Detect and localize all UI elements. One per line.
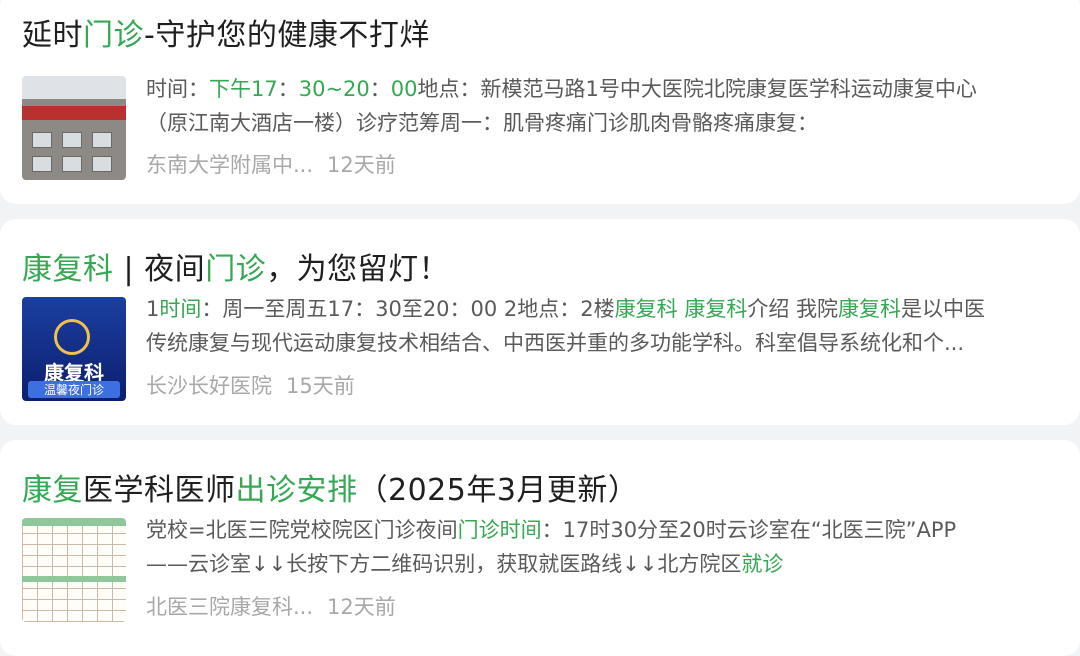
- text-segment: 介绍 我院: [747, 297, 839, 321]
- text-segment: ：周一至周五17：30至20：00 2地点：2楼: [201, 297, 615, 321]
- highlight-text: 时间: [159, 297, 202, 321]
- text-segment: 延时: [22, 18, 83, 53]
- result-snippet: 党校=北医三院党校院区门诊夜间门诊时间：17时30分至20时云诊室在“北医三院”…: [146, 513, 1051, 581]
- text-segment: | 夜间: [113, 252, 206, 287]
- window: [92, 156, 112, 172]
- highlight-text: 00: [390, 77, 418, 101]
- result-meta: 东南大学附属中... 12天前: [146, 149, 396, 179]
- highlight-text: 出诊安排: [235, 473, 358, 508]
- text-segment: 党校=北医三院党校院区门诊夜间: [146, 518, 458, 542]
- result-title[interactable]: 延时门诊-守护您的健康不打烊: [22, 10, 430, 54]
- text-segment: 1: [146, 297, 160, 321]
- text-segment: （2025年3月更新）: [357, 473, 639, 508]
- time-label: 12天前: [327, 153, 396, 177]
- source-label[interactable]: 北医三院康复科...: [146, 595, 313, 619]
- text-segment: 是以中医: [901, 297, 986, 321]
- result-snippet: 1时间：周一至周五17：30至20：00 2地点：2楼康复科 康复科介绍 我院康…: [146, 292, 1051, 360]
- text-segment: 地点：新模范马路1号中大医院北院康复医学科运动康复中心: [417, 77, 977, 101]
- highlight-text: 康复科: [838, 297, 902, 321]
- night-clinic-poster-image[interactable]: 康复科 温馨夜门诊: [22, 297, 126, 401]
- highlight-text: 康复: [22, 473, 83, 508]
- table-row-band: [22, 576, 126, 582]
- result-meta: 北医三院康复科... 12天前: [146, 591, 396, 621]
- highlight-text: 康复科: [684, 297, 748, 321]
- building-sign: [22, 106, 126, 120]
- poster-subtitle: 温馨夜门诊: [28, 381, 120, 398]
- snippet-line: 党校=北医三院党校院区门诊夜间门诊时间：17时30分至20时云诊室在“北医三院”…: [146, 513, 1051, 547]
- snippet-line: （原江南大酒店一楼）诊疗范筹周一：肌骨疼痛门诊肌肉骨骼疼痛康复：: [146, 106, 1051, 140]
- window: [62, 156, 82, 172]
- result-title[interactable]: 康复医学科医师出诊安排（2025年3月更新）: [22, 465, 638, 509]
- source-label[interactable]: 东南大学附属中...: [146, 153, 313, 177]
- highlight-text: 门诊: [83, 18, 144, 53]
- search-result-card[interactable]: 康复医学科医师出诊安排（2025年3月更新） 党校=北医三院党校院区门诊夜间门诊…: [0, 440, 1080, 656]
- window: [92, 132, 112, 148]
- snippet-line: 时间：下午17：30~20：00地点：新模范马路1号中大医院北院康复医学科运动康…: [146, 72, 1051, 106]
- hospital-building-image[interactable]: [22, 76, 126, 180]
- highlight-text: 门诊: [205, 252, 267, 287]
- highlight-text: 下午17: [209, 77, 278, 101]
- text-segment: ：17时30分至20时云诊室在“北医三院”APP: [541, 518, 957, 542]
- source-label[interactable]: 长沙长好医院: [146, 374, 272, 398]
- text-segment: ：: [369, 77, 391, 101]
- window: [62, 132, 82, 148]
- text-segment: 时间：: [146, 77, 209, 101]
- text-segment: ：: [277, 77, 299, 101]
- result-snippet: 时间：下午17：30~20：00地点：新模范马路1号中大医院北院康复医学科运动康…: [146, 72, 1051, 140]
- highlight-text: 康复科: [22, 252, 114, 287]
- time-label: 12天前: [327, 595, 396, 619]
- search-result-card[interactable]: 延时门诊-守护您的健康不打烊 时间：下午17：30~20：00地点：新模范马路1…: [0, 0, 1080, 204]
- window: [32, 156, 52, 172]
- table-header-band: [22, 518, 126, 526]
- schedule-table-image[interactable]: [22, 518, 126, 622]
- result-title[interactable]: 康复科 | 夜间门诊，为您留灯！: [22, 244, 449, 288]
- highlight-text: 30~20: [298, 77, 370, 101]
- window: [32, 132, 52, 148]
- snippet-line: 1时间：周一至周五17：30至20：00 2地点：2楼康复科 康复科介绍 我院康…: [146, 292, 1051, 326]
- text-segment: 医学科医师: [83, 473, 236, 508]
- text-segment: ，为您留灯！: [266, 252, 450, 287]
- snippet-line: 传统康复与现代运动康复技术相结合、中西医并重的多功能学科。科室倡导系统化和个..…: [146, 326, 1051, 360]
- text-segment: -守护您的健康不打烊: [144, 18, 430, 53]
- text-segment: ——云诊室↓↓长按下方二维码识别，获取就医路线↓↓北方院区: [146, 552, 742, 576]
- clock-icon: [54, 319, 90, 355]
- snippet-line: ——云诊室↓↓长按下方二维码识别，获取就医路线↓↓北方院区就诊: [146, 547, 1051, 581]
- result-meta: 长沙长好医院 15天前: [146, 370, 355, 400]
- highlight-text: 门诊时间: [457, 518, 542, 542]
- time-label: 15天前: [286, 374, 355, 398]
- text-segment: 传统康复与现代运动康复技术相结合、中西医并重的多功能学科。科室倡导系统化和个..…: [146, 331, 965, 355]
- search-result-card[interactable]: 康复科 | 夜间门诊，为您留灯！ 康复科 温馨夜门诊 1时间：周一至周五17：3…: [0, 219, 1080, 425]
- highlight-text: 就诊: [741, 552, 784, 576]
- highlight-text: 康复科: [614, 297, 678, 321]
- text-segment: （原江南大酒店一楼）诊疗范筹周一：肌骨疼痛门诊肌肉骨骼疼痛康复：: [146, 111, 818, 135]
